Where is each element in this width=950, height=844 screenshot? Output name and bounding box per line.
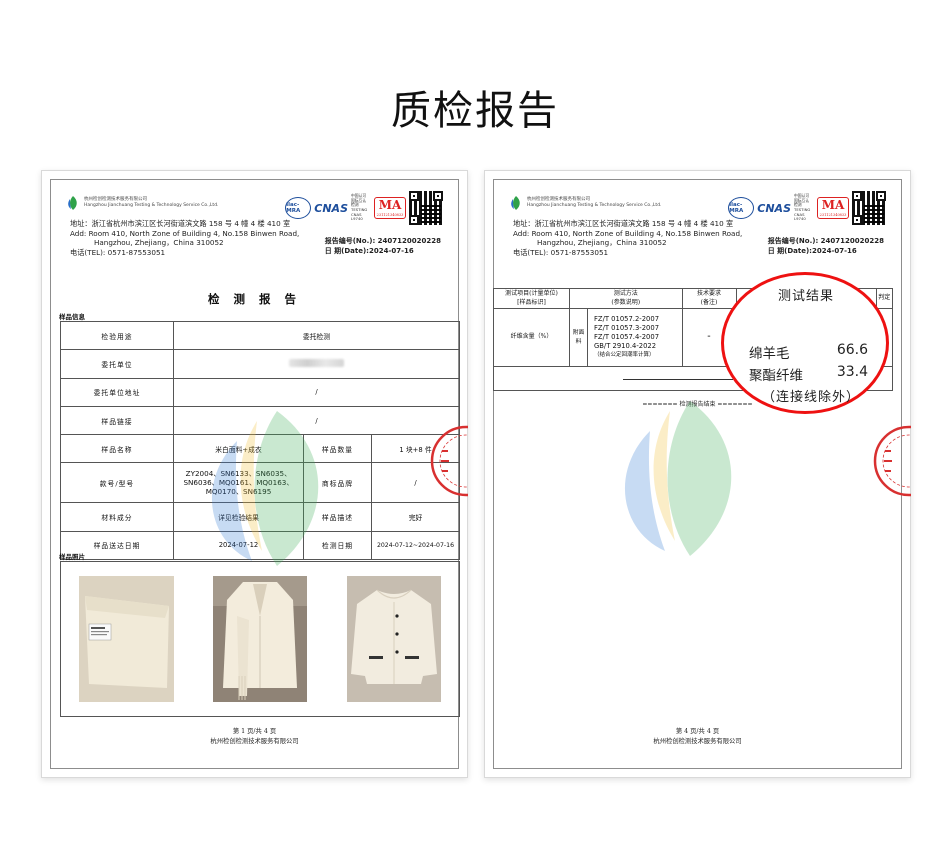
lab-logo: 杭州检创检测技术服务有限公司 Hangzhou Jianchuang Testi…	[509, 195, 662, 211]
sample-photo-jacket	[347, 576, 441, 702]
report-page-4: 杭州检创检测技术服务有限公司 Hangzhou Jianchuang Testi…	[484, 170, 911, 778]
test-standards: FZ/T 01057.2-2007 FZ/T 01057.3-2007 FZ/T…	[587, 308, 683, 367]
report-date: 日 期(Date):2024-07-16	[324, 246, 414, 255]
lab-name-en: Hangzhou Jianchuang Testing & Technology…	[84, 203, 219, 208]
redacted-client	[289, 358, 344, 367]
table-row: 款号/型号 ZY2004、SN6133、SN6035、 SN6036、MQ016…	[60, 462, 460, 504]
model-list: ZY2004、SN6133、SN6035、 SN6036、MQ0161、MQ01…	[173, 462, 304, 504]
lab-leaf-icon	[511, 196, 520, 210]
result-label-wool: 绵羊毛	[749, 346, 790, 362]
result-value-wool: 66.6	[836, 342, 868, 358]
section-photos: 样品照片	[59, 553, 85, 561]
result-annotation-note: （连接线除外）	[762, 390, 861, 405]
footer-company: 杭州检创检测技术服务有限公司	[210, 738, 299, 745]
ilac-mra-logo: ilac-MRA	[728, 197, 755, 219]
cnas-logo: CNAS	[757, 201, 791, 215]
lab-leaf-icon	[68, 196, 77, 210]
table-row: 检验用途 委托检测	[60, 320, 460, 351]
table-row: 样品名称 米白面料+成衣 样品数量 1 块+8 件	[60, 434, 460, 464]
ilac-mra-logo: ilac-MRA	[285, 197, 312, 219]
lab-logo: 杭州检创检测技术服务有限公司 Hangzhou Jianchuang Testi…	[66, 195, 219, 211]
report-number-block: 报告编号(No.): 2407120020228 日 期(Date):2024-…	[768, 237, 884, 256]
report-number: 报告编号(No.): 2407120020228	[324, 237, 441, 245]
report-date: 日 期(Date):2024-07-16	[767, 246, 857, 255]
lab-address: 地址：浙江省杭州市滨江区长河街道滨文路 158 号 4 幢 4 楼 410 室 …	[70, 219, 300, 257]
cnas-text: 中国认可 国际互认 检测 TESTING CNAS L9740	[351, 192, 368, 222]
sample-info-table: 检验用途 委托检测 委托单位 委托单位地址 / 样品链接 / 样品名称 米白面料…	[60, 320, 460, 561]
sample-photo-fabric	[79, 576, 174, 702]
certification-logos: ilac-MRA CNAS 中国认可 国际互认 检测 TESTING CNAS L974…	[728, 191, 886, 225]
report-number-block: 报告编号(No.): 2407120020228 日 期(Date):2024-…	[325, 237, 441, 256]
qr-code	[852, 191, 886, 225]
page-footer: 第 1 页/共 4 页 杭州检创检测技术服务有限公司	[42, 727, 467, 747]
separator-line	[623, 379, 733, 380]
cma-logo: MA 231121340833	[374, 197, 406, 219]
footer-company: 杭州检创检测技术服务有限公司	[653, 738, 742, 745]
official-stamp	[408, 421, 468, 501]
result-value-polyester: 33.4	[836, 364, 868, 380]
official-stamp	[851, 421, 911, 501]
qr-code	[409, 191, 443, 225]
page-frame	[493, 179, 902, 769]
report-number: 报告编号(No.): 2407120020228	[767, 237, 884, 245]
table-row: 材料成分 详见检验结果 样品描述 完好	[60, 502, 460, 532]
cnas-logo: CNAS	[314, 201, 348, 215]
sample-photo-coat	[213, 576, 307, 702]
result-annotation-title: 测试结果	[778, 289, 835, 304]
table-row: 样品送达日期 2024-07-12 检测日期 2024-07-12~2024-0…	[60, 530, 460, 561]
sample-photos	[60, 561, 460, 717]
report-page-1: 杭州检创检测技术服务有限公司 Hangzhou Jianchuang Testi…	[41, 170, 468, 778]
lab-name-en: Hangzhou Jianchuang Testing & Technology…	[527, 203, 662, 208]
report-title: 检 测 报 告	[207, 292, 301, 306]
page-heading: 质检报告	[391, 88, 559, 134]
page-number: 第 1 页/共 4 页	[232, 728, 277, 735]
result-label-polyester: 聚酯纤维	[749, 368, 803, 384]
lab-address: 地址：浙江省杭州市滨江区长河街道滨文路 158 号 4 幢 4 楼 410 室 …	[513, 219, 743, 257]
table-row: 样品链接 /	[60, 405, 460, 436]
certification-logos: ilac-MRA CNAS 中国认可 国际互认 检测 TESTING CNAS L974…	[285, 191, 443, 225]
table-row: 委托单位地址 /	[60, 377, 460, 407]
cnas-text: 中国认可 国际互认 检测 TESTING CNAS L9740	[794, 192, 811, 222]
section-sample-info: 样品信息	[59, 313, 85, 321]
page-footer: 第 4 页/共 4 页 杭州检创检测技术服务有限公司	[485, 727, 910, 747]
table-row: 委托单位	[60, 349, 460, 379]
page-number: 第 4 页/共 4 页	[675, 728, 720, 735]
cma-logo: MA 231121340833	[817, 197, 849, 219]
